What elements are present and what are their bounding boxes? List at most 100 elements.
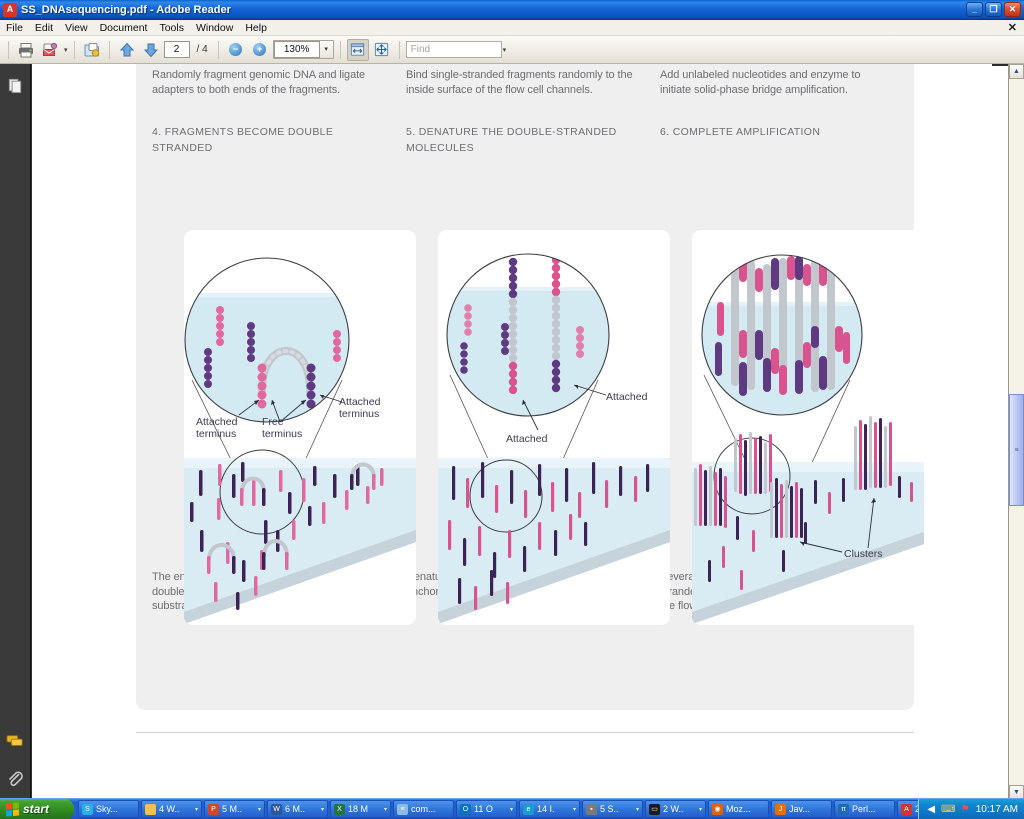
taskbar-item-powerpoint[interactable]: P 5 M.. ▾ [204, 800, 265, 818]
menu-view[interactable]: View [59, 21, 94, 35]
network-icon[interactable]: ⌨ [941, 803, 955, 816]
folder-icon [145, 803, 156, 815]
taskbar-item-skype[interactable]: S Sky... [78, 800, 139, 818]
step-title-3: 6. COMPLETE AMPLIFICATION [660, 124, 894, 140]
toolbar-separator-6 [398, 40, 400, 59]
windows-taskbar: start S Sky... 4 W.. ▾ P 5 M.. ▾ W 6 M..… [0, 798, 1024, 819]
chevron-down-icon[interactable]: ▾ [510, 806, 513, 813]
excel-icon: X [334, 803, 345, 815]
taskbar-item-label: Jav... [789, 804, 810, 814]
chevron-down-icon[interactable]: ▾ [699, 806, 702, 813]
lead-text-1: Randomly fragment genomic DNA and ligate… [152, 69, 366, 96]
step-title-1-text: 4. FRAGMENTS BECOME DOUBLE STRANDED [152, 126, 334, 154]
taskbar-item-label: 11 O [474, 804, 493, 814]
taskbar-item-word[interactable]: W 6 M.. ▾ [267, 800, 328, 818]
perl-icon: π [838, 803, 849, 815]
outlook-icon: O [460, 803, 471, 815]
taskbar-item-java[interactable]: J Jav... [771, 800, 832, 818]
menu-document[interactable]: Document [94, 21, 154, 35]
taskbar-item-excel[interactable]: X 18 M ▾ [330, 800, 391, 818]
find-dropdown-caret[interactable]: ▾ [503, 46, 507, 54]
putty-icon: ▪ [586, 803, 597, 815]
toolbar-separator [8, 40, 9, 59]
fit-width-button[interactable] [346, 38, 369, 61]
taskbar-item-windows-explorer[interactable]: 4 W.. ▾ [141, 800, 202, 818]
taskbar-item-firefox[interactable]: ◉ Moz... [708, 800, 769, 818]
find-input[interactable]: Find [405, 41, 502, 58]
fit-width-icon [351, 43, 365, 56]
menu-window[interactable]: Window [190, 21, 239, 35]
taskbar-item-console[interactable]: ▭ 2 W.. ▾ [645, 800, 706, 818]
taskbar-items: S Sky... 4 W.. ▾ P 5 M.. ▾ W 6 M.. ▾ X 1… [78, 800, 918, 818]
taskbar-item-notepad[interactable]: ≡ com... [393, 800, 454, 818]
console-window-icon: ▭ [649, 803, 660, 815]
next-page-button[interactable] [140, 39, 162, 61]
minimize-button[interactable]: _ [966, 2, 983, 17]
adobe-reader-icon: A [3, 2, 17, 17]
taskbar-item-perl[interactable]: π Perl... [834, 800, 895, 818]
previous-page-button[interactable] [116, 39, 138, 61]
menu-bar: File Edit View Document Tools Window Hel… [0, 20, 1024, 36]
window-title-bar: A SS_DNAsequencing.pdf - Adobe Reader _ … [0, 0, 1024, 20]
maximize-button[interactable]: ❐ [985, 2, 1002, 17]
close-button[interactable]: ✕ [1004, 2, 1021, 17]
save-a-copy-button[interactable] [81, 39, 103, 61]
email-dropdown-caret[interactable]: ▾ [64, 46, 68, 54]
powerpoint-icon: P [208, 803, 219, 815]
annotation-3-1: Clusters [844, 548, 883, 560]
email-document-button[interactable] [39, 39, 61, 61]
flag-icon[interactable]: ⚑ [959, 803, 972, 816]
attachments-panel-icon[interactable] [4, 768, 26, 790]
menu-tools[interactable]: Tools [153, 21, 190, 35]
show-hidden-icons-button[interactable]: ◀ [925, 803, 938, 816]
scrollbar-thumb[interactable]: ≡ [1009, 394, 1024, 506]
comments-panel-icon[interactable] [4, 730, 26, 752]
pages-panel-icon[interactable] [4, 74, 26, 96]
chevron-down-icon[interactable]: ▾ [258, 806, 261, 813]
notepad-icon: ≡ [397, 803, 408, 815]
lead-text-2: Bind single-stranded fragments randomly … [406, 69, 633, 96]
step-title-3-text: 6. COMPLETE AMPLIFICATION [660, 126, 821, 138]
print-button[interactable] [15, 39, 37, 61]
arrow-down-icon [143, 43, 158, 57]
chevron-down-icon[interactable]: ▾ [195, 806, 198, 813]
chevron-down-icon[interactable]: ▾ [636, 806, 639, 813]
vertical-scrollbar[interactable]: ▲ ≡ ▼ [1008, 64, 1024, 800]
taskbar-item-label: Sky... [96, 804, 118, 814]
clock[interactable]: 10:17 AM [976, 804, 1018, 815]
page-number-input[interactable]: 2 [163, 41, 190, 58]
chevron-down-icon[interactable]: ▾ [321, 806, 324, 813]
system-tray: ◀ ⌨ ⚑ 10:17 AM [917, 798, 1024, 819]
taskbar-item-adobe-reader[interactable]: A 2 A.. ▾ [897, 800, 918, 818]
step-title-1: 4. FRAGMENTS BECOME DOUBLE STRANDED [152, 124, 386, 156]
menu-help[interactable]: Help [239, 21, 273, 35]
navigation-pane [0, 64, 31, 800]
taskbar-item-label: 5 M.. [222, 804, 243, 814]
figure-panel-1: Attached terminus Free terminus Attached… [184, 230, 416, 625]
fit-page-button[interactable] [371, 39, 393, 61]
scroll-up-button[interactable]: ▲ [1009, 64, 1024, 79]
menu-file[interactable]: File [0, 21, 29, 35]
zoom-in-icon: + [253, 43, 267, 56]
chevron-down-icon[interactable]: ▾ [319, 41, 333, 58]
taskbar-item-putty[interactable]: ▪ 5 S.. ▾ [582, 800, 643, 818]
zoom-in-button[interactable]: + [249, 39, 271, 61]
internet-explorer-icon: e [523, 803, 534, 815]
chevron-down-icon[interactable]: ▾ [573, 806, 576, 813]
chevron-down-icon[interactable]: ▾ [384, 806, 387, 813]
page-divider [136, 732, 914, 733]
close-document-button[interactable]: ✕ [1008, 21, 1024, 34]
zoom-value[interactable]: 130% [273, 41, 320, 58]
menu-edit[interactable]: Edit [29, 21, 59, 35]
taskbar-item-label: 4 W.. [159, 804, 180, 814]
taskbar-item-outlook[interactable]: O 11 O ▾ [456, 800, 517, 818]
start-button[interactable]: start [0, 798, 74, 819]
find-control[interactable]: Find ▾ [405, 41, 507, 58]
zoom-out-button[interactable]: − [225, 39, 247, 61]
pdf-page: Randomly fragment genomic DNA and ligate… [32, 64, 992, 754]
annotation-1-1-line2: terminus [196, 428, 236, 440]
reader-body: Randomly fragment genomic DNA and ligate… [0, 64, 1024, 800]
taskbar-item-internet-explorer[interactable]: e 14 I. ▾ [519, 800, 580, 818]
zoom-select[interactable]: 130% ▾ [272, 40, 334, 59]
document-view[interactable]: Randomly fragment genomic DNA and ligate… [32, 64, 1009, 800]
